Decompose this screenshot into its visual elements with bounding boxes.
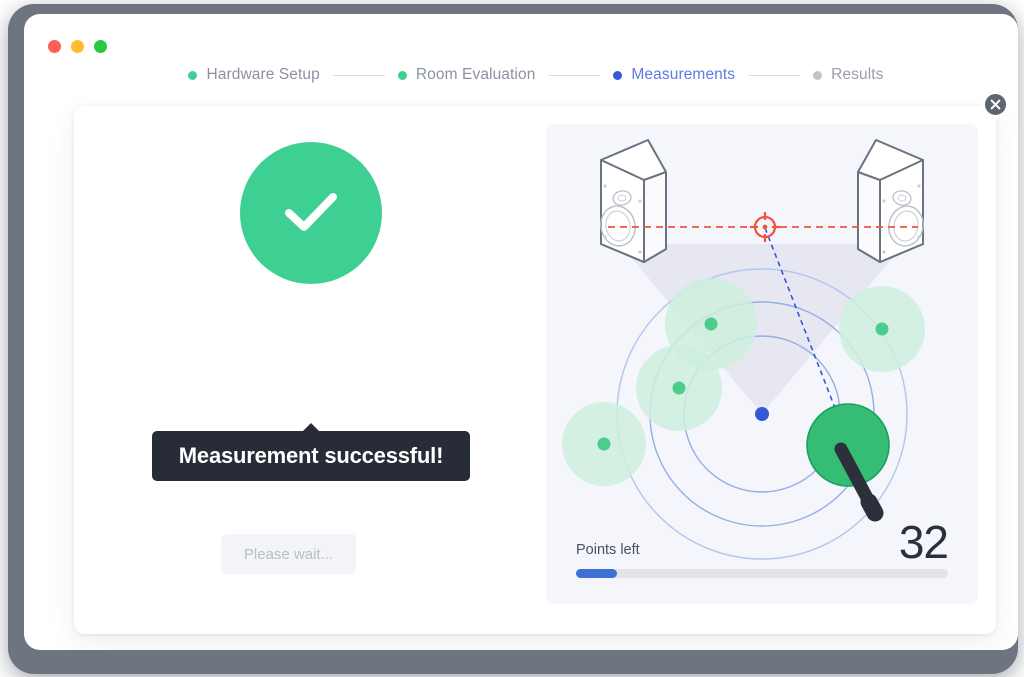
point-dot: [876, 323, 889, 336]
measurement-card: Measurement successful! Please wait...: [74, 106, 996, 634]
window-controls: [48, 40, 107, 53]
close-icon[interactable]: [982, 91, 1009, 118]
window-bezel: Hardware Setup Room Evaluation Measureme…: [8, 4, 1018, 674]
speaker-left: [597, 140, 666, 262]
traffic-light-close[interactable]: [48, 40, 61, 53]
active-measurement-marker: [807, 404, 889, 513]
progress-stepper: Hardware Setup Room Evaluation Measureme…: [24, 66, 1018, 84]
progress-fill: [576, 569, 617, 578]
progress-track: [576, 569, 948, 578]
checkmark-icon: [283, 191, 339, 235]
points-left-label: Points left: [576, 542, 640, 562]
points-left-count: 32: [899, 522, 948, 562]
point-dot: [673, 382, 686, 395]
step-measurements[interactable]: Measurements: [613, 66, 735, 84]
step-room-evaluation[interactable]: Room Evaluation: [398, 66, 536, 84]
status-tooltip: Measurement successful!: [152, 431, 470, 481]
success-indicator: [240, 142, 382, 284]
app-root: Hardware Setup Room Evaluation Measureme…: [0, 0, 1024, 677]
step-results[interactable]: Results: [813, 66, 883, 84]
step-dot-room-evaluation: [398, 71, 407, 80]
step-hardware-setup[interactable]: Hardware Setup: [188, 66, 319, 84]
step-label-hardware-setup: Hardware Setup: [206, 66, 319, 84]
room-visualization-panel: Points left 32: [546, 124, 978, 604]
step-label-results: Results: [831, 66, 883, 84]
point-dot: [598, 438, 611, 451]
tooltip-arrow: [302, 423, 320, 432]
step-dot-hardware-setup: [188, 71, 197, 80]
traffic-light-zoom[interactable]: [94, 40, 107, 53]
step-label-measurements: Measurements: [631, 66, 735, 84]
traffic-light-minimize[interactable]: [71, 40, 84, 53]
microphone-tip: [869, 502, 875, 513]
please-wait-button[interactable]: Please wait...: [221, 534, 356, 574]
points-left-row: Points left 32: [576, 522, 948, 562]
status-pane: Measurement successful! Please wait...: [74, 106, 546, 634]
crosshair-icon: [750, 212, 780, 242]
step-label-room-evaluation: Room Evaluation: [416, 66, 536, 84]
tooltip-message: Measurement successful!: [179, 443, 443, 469]
step-connector-2: [548, 75, 600, 76]
step-dot-results: [813, 71, 822, 80]
step-connector-1: [333, 75, 385, 76]
step-connector-3: [748, 75, 800, 76]
window-inner: Hardware Setup Room Evaluation Measureme…: [24, 14, 1018, 650]
speaker-right: [858, 140, 927, 262]
listening-position-dot: [755, 407, 769, 421]
close-glyph: [990, 99, 1001, 110]
point-dot: [705, 318, 718, 331]
step-dot-measurements: [613, 71, 622, 80]
